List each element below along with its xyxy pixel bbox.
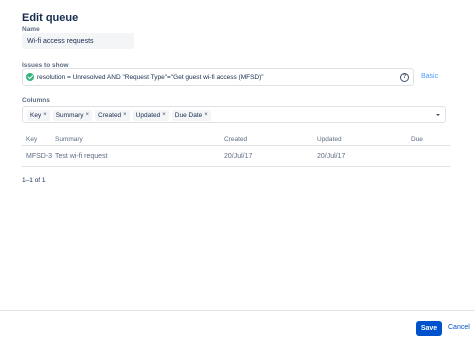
chevron-down-icon[interactable]: [436, 114, 440, 116]
remove-tag-icon[interactable]: ×: [162, 110, 166, 121]
columns-label: Columns: [22, 97, 50, 104]
remove-tag-icon[interactable]: ×: [43, 110, 47, 121]
table-header-row: Key Summary Created Updated Due: [22, 136, 450, 146]
column-tag-created: Created ×: [95, 110, 130, 121]
remove-tag-icon[interactable]: ×: [204, 110, 208, 121]
column-header-created[interactable]: Created: [224, 136, 247, 143]
queue-name-input[interactable]: Wi-fi access requests: [22, 33, 134, 49]
column-tag-label: Summary: [55, 112, 84, 119]
help-icon[interactable]: ?: [400, 72, 409, 82]
column-header-updated[interactable]: Updated: [317, 136, 342, 143]
column-tag-summary: Summary ×: [52, 110, 93, 121]
column-tag-key: Key ×: [27, 110, 50, 121]
issues-preview-table: Key Summary Created Updated Due MFSD-3 T…: [22, 136, 450, 167]
check-circle-icon: [26, 73, 34, 81]
column-tag-label: Updated: [135, 112, 161, 119]
pagination-count: 1–1 of 1: [22, 177, 46, 184]
column-header-key[interactable]: Key: [26, 136, 37, 143]
column-tag-label: Due Date: [174, 112, 203, 119]
jql-query-input[interactable]: resolution = Unresolved AND "Request Typ…: [22, 68, 414, 86]
column-tag-label: Key: [30, 112, 42, 119]
column-header-due[interactable]: Due: [411, 136, 423, 143]
footer-divider: [0, 310, 474, 311]
issue-key-cell[interactable]: MFSD-3: [26, 153, 52, 160]
column-tag-label: Created: [98, 112, 122, 119]
table-row[interactable]: MFSD-3 Test wi-fi request 20/Jul/17 20/J…: [22, 146, 450, 167]
column-tag-updated: Updated ×: [132, 110, 169, 121]
basic-mode-link[interactable]: Basic: [421, 73, 438, 80]
remove-tag-icon[interactable]: ×: [123, 110, 127, 121]
dialog-title: Edit queue: [22, 12, 79, 24]
name-label: Name: [22, 26, 40, 33]
issue-summary-cell[interactable]: Test wi-fi request: [55, 153, 108, 160]
column-tag-due-date: Due Date ×: [171, 110, 211, 121]
issue-created-cell: 20/Jul/17: [224, 153, 253, 160]
column-header-summary[interactable]: Summary: [55, 136, 83, 143]
remove-tag-icon[interactable]: ×: [86, 110, 90, 121]
jql-query-text: resolution = Unresolved AND "Request Typ…: [37, 74, 264, 81]
column-tag-list: Key × Summary × Created × Updated × Due Date…: [27, 110, 211, 121]
columns-select[interactable]: Key × Summary × Created × Updated × Due Date…: [22, 106, 446, 123]
cancel-button[interactable]: Cancel: [448, 324, 470, 331]
save-button[interactable]: Save: [416, 321, 442, 336]
issue-updated-cell: 20/Jul/17: [317, 153, 346, 160]
